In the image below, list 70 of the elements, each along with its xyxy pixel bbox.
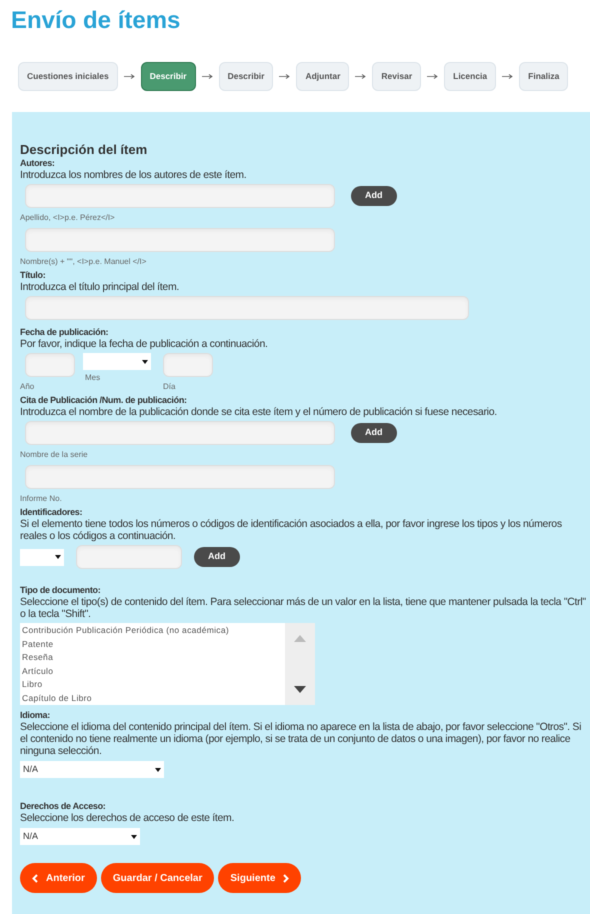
field-caption: Nombre de la serie — [20, 449, 89, 461]
arrow-icon — [502, 74, 514, 79]
step-tab[interactable]: Licencia — [444, 62, 496, 91]
dropdown[interactable]: N/A — [20, 828, 140, 845]
text-field[interactable] — [76, 545, 182, 569]
field-label: Fecha de publicación: — [20, 327, 110, 338]
dropdown-caret-icon — [131, 834, 137, 838]
dropdown[interactable]: N/A — [20, 761, 164, 778]
field-hint: Seleccione el idioma del contenido principal del ítem. Si el idioma no aparece en la lista de abajo, por favor seleccione "Otros". Si el contenido no tiene realmente un idioma (por ejemplo, si se trata de un conjunto de datos o una imagen), por favor no realice ninguna selección. — [20, 721, 582, 757]
chevron-left-icon — [32, 874, 38, 882]
add-button[interactable]: Add — [351, 423, 396, 443]
dropdown[interactable] — [20, 548, 64, 566]
list-option[interactable]: Artículo — [22, 664, 283, 678]
chevron-right-icon — [283, 874, 290, 882]
field-hint: Seleccione los derechos de acceso de este ítem. — [20, 812, 236, 824]
step-tab[interactable]: Revisar — [372, 62, 422, 91]
field-hint: Introduzca el nombre de la publicación donde se cita este ítem y el número de publicación si fuese necesario. — [20, 406, 498, 418]
multi-select-list[interactable]: Contribución Publicación Periódica (no académica) Patente Reseña Artículo Libro Capítulo de Libro — [20, 623, 315, 705]
text-field[interactable] — [25, 421, 335, 445]
list-option[interactable]: Libro — [22, 678, 283, 692]
text-field[interactable] — [25, 353, 75, 377]
scroll-up-icon[interactable] — [294, 635, 306, 642]
field-hint: Introduzca los nombres de los autores de este ítem. — [20, 169, 248, 181]
step-tab[interactable]: Cuestiones iniciales — [18, 62, 118, 91]
dropdown[interactable] — [83, 353, 151, 370]
field-caption: Mes — [85, 372, 102, 384]
list-option[interactable]: Reseña — [22, 651, 283, 664]
text-field[interactable] — [25, 296, 469, 320]
text-field[interactable] — [25, 228, 335, 252]
field-caption: Nombre(s) + "", <I>p.e. Manuel </I> — [20, 256, 148, 268]
field-hint: Por favor, indique la fecha de publicación a continuación. — [20, 338, 269, 350]
field-label: Autores: — [20, 158, 56, 169]
field-caption: Día — [163, 381, 176, 393]
scroll-down-icon[interactable] — [294, 686, 306, 693]
list-option[interactable]: Contribución Publicación Periódica (no académica) — [22, 624, 283, 638]
text-field[interactable] — [163, 353, 213, 377]
field-label: Derechos de Acceso: — [20, 801, 107, 812]
text-field[interactable] — [25, 465, 335, 489]
arrow-icon — [355, 74, 366, 79]
field-label: Cita de Publicación /Num. de publicación: — [20, 395, 188, 406]
field-label: Tipo de documento: — [20, 585, 102, 596]
dropdown-caret-icon — [155, 768, 161, 772]
field-caption: Apellido, <I>p.e. Pérez</I> — [20, 212, 116, 224]
dropdown-caret-icon — [142, 360, 148, 364]
field-caption: Año — [20, 381, 36, 393]
step-tab[interactable]: Adjuntar — [296, 62, 350, 91]
text-field[interactable] — [25, 184, 335, 208]
field-label: Idioma: — [20, 710, 51, 721]
field-caption: Informe No. — [20, 493, 63, 505]
arrow-icon — [124, 74, 135, 79]
page-title: Envío de ítems — [10, 6, 182, 36]
field-label: Título: — [20, 270, 46, 281]
scrollbar[interactable] — [285, 623, 315, 705]
field-hint: Si el elemento tiene todos los números o códigos de identificación asociados a ella, por favor ingrese los tipos y los números reales o los códigos a continuación. — [20, 518, 563, 542]
dropdown-value: N/A — [23, 830, 38, 843]
field-label: Identificadores: — [20, 507, 84, 518]
arrow-icon — [279, 74, 290, 79]
add-button[interactable]: Add — [194, 547, 240, 567]
step-tab[interactable]: Describir — [218, 62, 274, 91]
list-option[interactable]: Patente — [22, 638, 283, 651]
add-button[interactable]: Add — [351, 186, 396, 206]
dropdown-value: N/A — [23, 762, 38, 776]
dropdown-caret-icon — [55, 555, 61, 559]
arrow-icon — [427, 74, 438, 79]
section-heading: Descripción del ítem — [20, 142, 148, 158]
field-hint: Seleccione el tipo(s) de contenido del ítem. Para seleccionar más de un valor en la lista, tiene que mantener pulsada la tecla "Ctrl" o la tecla "Shift". — [20, 596, 586, 620]
list-option[interactable]: Capítulo de Libro — [22, 692, 283, 705]
step-tab[interactable]: Finaliza — [519, 62, 568, 91]
arrow-icon — [202, 74, 213, 79]
field-hint: Introduzca el título principal del ítem. — [20, 281, 180, 293]
